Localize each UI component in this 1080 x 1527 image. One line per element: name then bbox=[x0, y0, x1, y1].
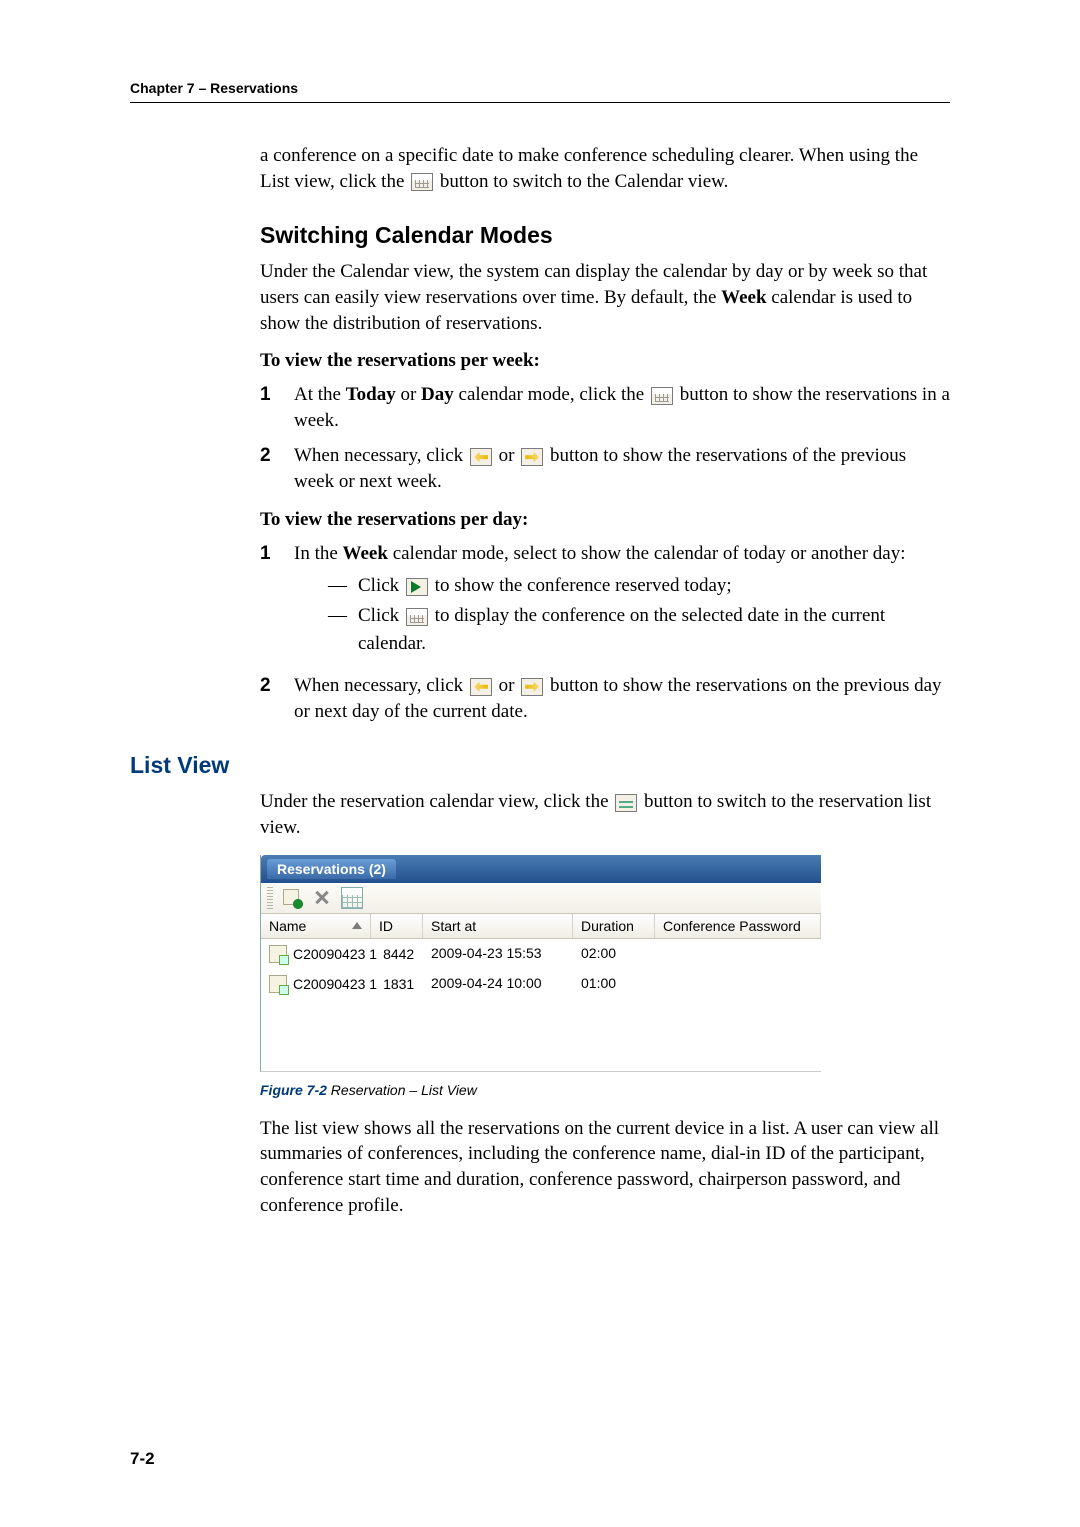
text: Under the reservation calendar view, cli… bbox=[260, 791, 613, 812]
window-titlebar: Reservations (2) bbox=[261, 855, 821, 883]
window-title: Reservations (2) bbox=[267, 859, 396, 879]
intro-paragraph: a conference on a specific date to make … bbox=[260, 143, 950, 194]
text-week-bold: Week bbox=[343, 543, 388, 564]
calendar-view-icon[interactable] bbox=[341, 887, 363, 909]
column-duration[interactable]: Duration bbox=[573, 914, 655, 938]
arrow-right-icon bbox=[521, 448, 543, 466]
subheading-per-day: To view the reservations per day: bbox=[260, 509, 950, 531]
cell-duration: 01:00 bbox=[573, 973, 655, 995]
cell-id: 8442 bbox=[383, 946, 414, 962]
calendar-view-icon bbox=[411, 173, 433, 191]
text: At the bbox=[294, 384, 346, 405]
reservation-item-icon bbox=[269, 945, 287, 963]
sort-ascending-icon bbox=[352, 922, 362, 929]
arrow-left-icon bbox=[470, 448, 492, 466]
today-play-icon bbox=[406, 578, 428, 596]
step-day-1: 1 In the Week calendar mode, select to s… bbox=[260, 541, 950, 663]
page-number: 7-2 bbox=[130, 1449, 155, 1469]
intro-text-b: button to switch to the Calendar view. bbox=[440, 171, 728, 192]
text: or bbox=[400, 384, 421, 405]
step-number: 1 bbox=[260, 541, 294, 663]
listview-description: The list view shows all the reservations… bbox=[260, 1116, 950, 1219]
dash: — bbox=[328, 572, 358, 600]
dash: — bbox=[328, 602, 358, 657]
column-id[interactable]: ID bbox=[371, 914, 423, 938]
text: calendar mode, click the bbox=[459, 384, 649, 405]
cell-start: 2009-04-24 10:00 bbox=[423, 973, 573, 995]
column-name[interactable]: Name bbox=[261, 914, 371, 938]
figure-number: Figure 7-2 bbox=[260, 1082, 327, 1098]
text: When necessary, click bbox=[294, 445, 468, 466]
arrow-right-icon bbox=[521, 678, 543, 696]
text: Click bbox=[358, 605, 404, 626]
cell-id: 1831 bbox=[383, 976, 414, 992]
listview-intro: Under the reservation calendar view, cli… bbox=[260, 789, 950, 840]
step-day-2: 2 When necessary, click or button to sho… bbox=[260, 673, 950, 724]
text: Click bbox=[358, 575, 404, 596]
toolbar bbox=[261, 883, 821, 914]
text: to show the conference reserved today; bbox=[435, 575, 732, 596]
subheading-per-week: To view the reservations per week: bbox=[260, 350, 950, 372]
text-today: Today bbox=[346, 384, 396, 405]
figure-caption: Figure 7-2 Reservation – List View bbox=[260, 1082, 950, 1098]
text: or bbox=[499, 675, 520, 696]
column-conference-password[interactable]: Conference Password bbox=[655, 914, 821, 938]
text-week-bold: Week bbox=[721, 287, 766, 308]
text: In the bbox=[294, 543, 343, 564]
figure-reservation-list-view: Reservations (2) Name ID Start at Durati… bbox=[260, 855, 821, 1072]
chapter-header: Chapter 7 – Reservations bbox=[130, 80, 950, 96]
step-week-2: 2 When necessary, click or button to sho… bbox=[260, 443, 950, 494]
figure-title: Reservation – List View bbox=[331, 1082, 477, 1098]
new-reservation-icon[interactable] bbox=[281, 887, 303, 909]
column-start[interactable]: Start at bbox=[423, 914, 573, 938]
step-number: 2 bbox=[260, 443, 294, 494]
header-rule bbox=[130, 102, 950, 103]
text-day: Day bbox=[421, 384, 454, 405]
text: When necessary, click bbox=[294, 675, 468, 696]
cell-duration: 02:00 bbox=[573, 943, 655, 965]
text: calendar mode, select to show the calend… bbox=[393, 543, 906, 564]
table-row[interactable]: C20090423 1 1831 2009-04-24 10:00 01:00 bbox=[261, 969, 821, 999]
list-view-icon bbox=[615, 794, 637, 812]
text: or bbox=[499, 445, 520, 466]
column-name-label: Name bbox=[269, 918, 306, 934]
dash-item-today: — Click to show the conference reserved … bbox=[328, 572, 950, 600]
cell-name: C20090423 1 bbox=[293, 946, 377, 962]
delete-icon[interactable] bbox=[311, 887, 333, 909]
column-headers: Name ID Start at Duration Conference Pas… bbox=[261, 914, 821, 939]
cell-start: 2009-04-23 15:53 bbox=[423, 943, 573, 965]
week-calendar-icon bbox=[651, 387, 673, 405]
table-row[interactable]: C20090423 1 8442 2009-04-23 15:53 02:00 bbox=[261, 939, 821, 969]
table-empty-space bbox=[261, 999, 821, 1071]
day-calendar-icon bbox=[406, 608, 428, 626]
toolbar-gripper bbox=[267, 887, 273, 909]
reservation-item-icon bbox=[269, 975, 287, 993]
cell-name: C20090423 1 bbox=[293, 976, 377, 992]
arrow-left-icon bbox=[470, 678, 492, 696]
text: to display the conference on the selecte… bbox=[358, 605, 885, 654]
step-number: 1 bbox=[260, 382, 294, 433]
switching-paragraph: Under the Calendar view, the system can … bbox=[260, 259, 950, 336]
step-number: 2 bbox=[260, 673, 294, 724]
heading-list-view: List View bbox=[130, 752, 950, 779]
dash-item-selected-date: — Click to display the conference on the… bbox=[328, 602, 950, 657]
heading-switching-modes: Switching Calendar Modes bbox=[260, 222, 950, 249]
step-week-1: 1 At the Today or Day calendar mode, cli… bbox=[260, 382, 950, 433]
